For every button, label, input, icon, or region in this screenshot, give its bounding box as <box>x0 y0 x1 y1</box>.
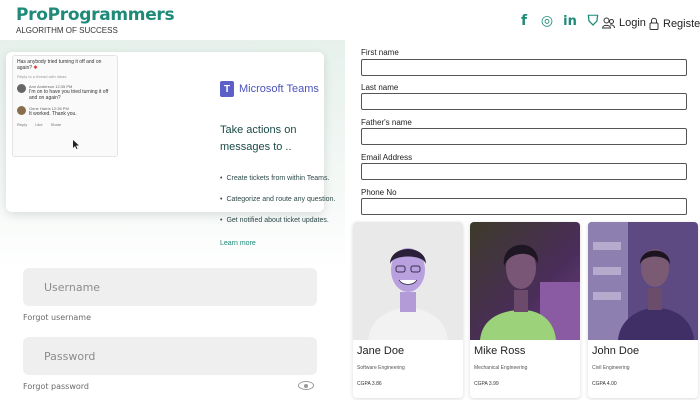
instagram-icon[interactable]: ◎ <box>540 13 554 29</box>
login-label: Login <box>619 17 646 29</box>
profile-cgpa: CGPA 3.86 <box>357 381 382 387</box>
profile-name: John Doe <box>592 345 640 357</box>
teams-brand: Microsoft Teams <box>239 83 319 95</box>
linkedin-icon[interactable]: in <box>563 13 577 29</box>
register-link[interactable]: Register <box>649 17 700 30</box>
profile-department: Software Engineering <box>357 365 405 371</box>
last-name-input[interactable] <box>361 93 687 110</box>
fathers-name-label: Father's name <box>361 118 412 127</box>
avatar <box>17 106 26 115</box>
chat-message: Ann Anderson 12:35 PM I'm on to have you… <box>17 84 113 101</box>
forgot-password-link[interactable]: Forgot password <box>23 382 89 391</box>
email-input[interactable] <box>361 163 687 180</box>
avatar <box>17 84 26 93</box>
profile-cgpa: CGPA 3.99 <box>474 381 499 387</box>
first-name-input[interactable] <box>361 59 687 76</box>
promo-headline: Take actions on messages to .. <box>220 124 297 153</box>
last-name-label: Last name <box>361 83 399 92</box>
chat-actions: Reply Like Share <box>17 122 113 127</box>
page: ProProgrammers ALGORITHM OF SUCCESS f ◎ … <box>0 0 700 400</box>
chat-message: Gene Harris 12:36 PM It worked. Thank yo… <box>17 106 113 117</box>
facebook-icon[interactable]: f <box>517 13 531 29</box>
chat-action: Share <box>50 122 62 127</box>
password-input[interactable] <box>23 337 317 375</box>
brand-logo[interactable]: ProProgrammers ALGORITHM OF SUCCESS <box>16 5 175 35</box>
first-name-label: First name <box>361 48 399 57</box>
profile-photo <box>353 222 463 340</box>
teams-icon: T <box>220 81 234 97</box>
brand-tagline: ALGORITHM OF SUCCESS <box>16 26 118 35</box>
profile-department: Civil Engineering <box>592 365 630 371</box>
chat-title: Has anybody tried turning it off and on … <box>17 59 102 71</box>
promo-bullet: Categorize and route any question. <box>220 189 335 210</box>
lock-icon <box>649 17 659 30</box>
login-link[interactable]: Login <box>602 17 646 29</box>
profile-card[interactable]: John Doe Civil Engineering CGPA 4.00 <box>588 222 698 398</box>
profile-card[interactable]: Jane Doe Software Engineering CGPA 3.86 <box>353 222 463 398</box>
email-label: Email Address <box>361 153 413 162</box>
chat-action: Reply <box>17 122 28 127</box>
eye-icon[interactable] <box>298 381 314 390</box>
profile-photo <box>470 222 580 340</box>
phone-input[interactable] <box>361 198 687 215</box>
social-links: f ◎ in ⛉ <box>517 13 600 29</box>
teams-logo: T Microsoft Teams <box>220 81 319 97</box>
promo-bullets: Create tickets from within Teams. Catego… <box>220 168 335 231</box>
chat-text: It worked. Thank you. <box>29 111 77 117</box>
profile-department: Mechanical Engineering <box>474 365 528 371</box>
users-icon <box>602 17 615 29</box>
profile-cgpa: CGPA 4.00 <box>592 381 617 387</box>
profile-photo <box>588 222 698 340</box>
username-input[interactable] <box>23 268 317 306</box>
badge-icon[interactable]: ⛉ <box>586 13 600 29</box>
chat-text: I'm on to have you tried turning it off … <box>29 89 109 101</box>
profile-card[interactable]: Mike Ross Mechanical Engineering CGPA 3.… <box>470 222 580 398</box>
chat-preview: Has anybody tried turning it off and on … <box>12 55 118 157</box>
profile-name: Mike Ross <box>474 345 526 357</box>
register-label: Register <box>663 17 700 30</box>
chat-subtitle: Reply to a thread with ideas <box>17 74 67 79</box>
promo-bullet: Get notified about ticket updates. <box>220 210 335 231</box>
cursor-icon <box>73 140 79 149</box>
chat-action: Like <box>35 122 43 127</box>
profile-name: Jane Doe <box>357 345 405 357</box>
fathers-name-input[interactable] <box>361 128 687 145</box>
phone-label: Phone No <box>361 188 397 197</box>
brand-title: ProProgrammers <box>16 5 175 25</box>
learn-more-link[interactable]: Learn more <box>220 240 256 247</box>
forgot-username-link[interactable]: Forgot username <box>23 313 91 322</box>
promo-bullet: Create tickets from within Teams. <box>220 168 335 189</box>
